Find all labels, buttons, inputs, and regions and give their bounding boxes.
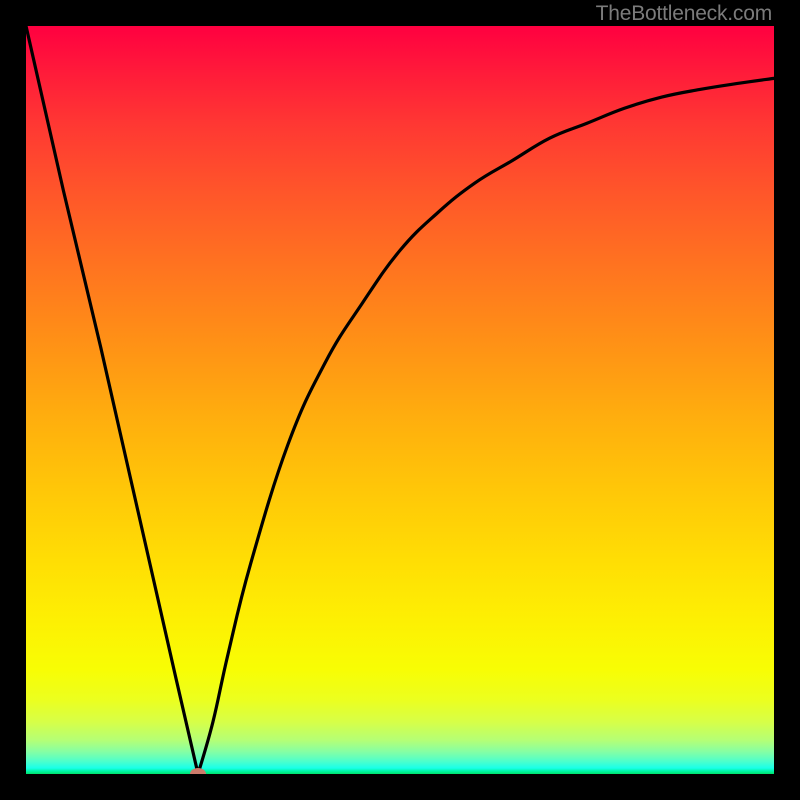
curve-path xyxy=(26,26,774,774)
attribution-text: TheBottleneck.com xyxy=(596,2,772,26)
minimum-marker xyxy=(190,768,206,780)
chart-frame: TheBottleneck.com xyxy=(0,0,800,800)
bottleneck-curve xyxy=(0,0,800,800)
